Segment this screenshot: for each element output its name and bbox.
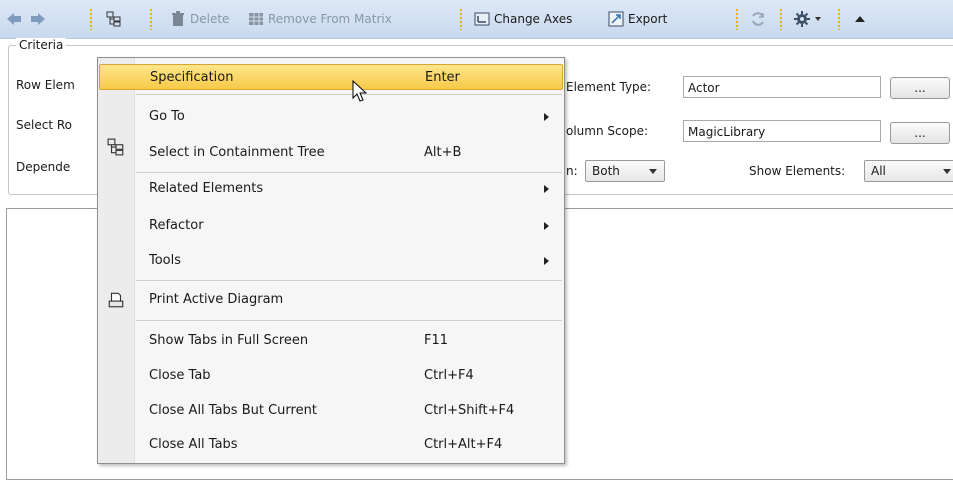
menu-item-specification[interactable]: Specification Enter — [99, 64, 563, 90]
menu-item-close-all-tabs[interactable]: Close All Tabs Ctrl+Alt+F4 — [99, 432, 563, 458]
refresh-icon — [752, 12, 764, 26]
menu-item-shortcut: Alt+B — [424, 145, 462, 160]
forward-arrow-icon — [31, 13, 45, 25]
menu-item-label: Go To — [149, 109, 185, 124]
delete-button[interactable]: Delete — [170, 9, 229, 29]
menu-item-close-tab[interactable]: Close Tab Ctrl+F4 — [99, 363, 563, 389]
menu-item-close-all-tabs-but-current[interactable]: Close All Tabs But Current Ctrl+Shift+F4 — [99, 398, 563, 424]
show-elements-label: Show Elements: — [749, 164, 846, 178]
chevron-down-icon — [649, 169, 657, 174]
toolbar-separator — [838, 8, 840, 30]
menu-item-shortcut: Ctrl+Shift+F4 — [424, 403, 515, 418]
remove-matrix-icon — [249, 13, 263, 25]
change-axes-icon — [474, 12, 490, 26]
menu-item-print-active-diagram[interactable]: Print Active Diagram — [99, 287, 563, 313]
options-menu-button[interactable] — [794, 9, 822, 29]
direction-value: Both — [592, 164, 620, 178]
column-scope-browse-button[interactable]: ... — [890, 122, 950, 144]
menu-separator — [136, 320, 562, 321]
show-elements-value: All — [871, 164, 886, 178]
toolbar-separator — [150, 8, 152, 30]
column-element-type-label: Element Type: — [566, 80, 652, 94]
collapse-button[interactable] — [852, 9, 868, 29]
direction-select[interactable]: Both — [585, 160, 665, 182]
export-label: Export — [628, 12, 668, 26]
menu-item-label: Close Tab — [149, 368, 211, 383]
menu-item-show-tabs-full-screen[interactable]: Show Tabs in Full Screen F11 — [99, 328, 563, 354]
chevron-down-icon — [815, 17, 821, 21]
export-icon — [608, 11, 624, 27]
mouse-cursor-icon — [352, 80, 368, 102]
menu-separator — [136, 172, 562, 173]
submenu-arrow-icon — [544, 113, 549, 121]
delete-label: Delete — [190, 12, 230, 26]
menu-item-label: Close All Tabs But Current — [149, 403, 317, 418]
menu-item-go-to[interactable]: Go To — [99, 104, 563, 130]
direction-label: n: — [566, 164, 578, 178]
menu-item-shortcut: F11 — [424, 333, 449, 348]
chevron-down-icon — [943, 169, 951, 174]
column-scope-field[interactable]: MagicLibrary — [683, 120, 881, 142]
menu-separator — [136, 280, 562, 281]
back-arrow-icon — [7, 13, 21, 25]
back-button[interactable] — [6, 9, 22, 29]
select-in-tree-button[interactable] — [106, 9, 122, 29]
containment-tree-icon — [106, 11, 121, 27]
show-elements-select[interactable]: All — [864, 160, 953, 182]
change-axes-label: Change Axes — [494, 12, 573, 26]
menu-item-shortcut: Ctrl+F4 — [424, 368, 474, 383]
toolbar-separator — [90, 8, 92, 30]
remove-from-matrix-button[interactable]: Remove From Matrix — [248, 9, 392, 29]
menu-item-label: Related Elements — [149, 181, 264, 196]
printer-icon — [108, 292, 124, 308]
menu-item-shortcut: Ctrl+Alt+F4 — [424, 437, 503, 452]
menu-item-label: Print Active Diagram — [149, 292, 284, 307]
menu-item-label: Show Tabs in Full Screen — [149, 333, 309, 348]
select-row-label: Select Ro — [16, 118, 72, 132]
menu-item-select-in-containment-tree[interactable]: Select in Containment Tree Alt+B — [99, 138, 563, 166]
row-element-label: Row Elem — [16, 78, 75, 92]
column-element-type-field[interactable]: Actor — [683, 76, 881, 98]
chevron-up-icon — [855, 16, 865, 22]
trash-icon — [172, 11, 184, 26]
submenu-arrow-icon — [544, 257, 549, 265]
toolbar-separator — [736, 8, 738, 30]
containment-tree-icon — [107, 138, 124, 156]
menu-item-label: Specification — [150, 70, 234, 85]
submenu-arrow-icon — [544, 222, 549, 230]
refresh-button[interactable] — [750, 9, 766, 29]
column-scope-label: olumn Scope: — [566, 124, 648, 138]
menu-item-related-elements[interactable]: Related Elements — [99, 176, 563, 202]
matrix-toolbar: Delete Remove From Matrix Change Axes Ex… — [0, 0, 953, 39]
change-axes-button[interactable]: Change Axes — [474, 9, 572, 29]
column-element-type-browse-button[interactable]: ... — [890, 77, 950, 99]
remove-from-matrix-label: Remove From Matrix — [268, 12, 392, 26]
gear-icon — [794, 11, 810, 27]
menu-item-label: Refactor — [149, 218, 204, 233]
menu-item-label: Close All Tabs — [149, 437, 238, 452]
export-button[interactable]: Export — [608, 9, 667, 29]
menu-item-shortcut: Enter — [425, 70, 460, 85]
toolbar-separator — [780, 8, 782, 30]
menu-item-label: Select in Containment Tree — [149, 145, 325, 160]
menu-item-tools[interactable]: Tools — [99, 248, 563, 274]
menu-separator — [136, 94, 562, 95]
forward-button[interactable] — [30, 9, 46, 29]
menu-item-refactor[interactable]: Refactor — [99, 213, 563, 239]
toolbar-separator — [460, 8, 462, 30]
dependency-label: Depende — [16, 160, 71, 174]
criteria-title: Criteria — [16, 38, 67, 52]
submenu-arrow-icon — [544, 185, 549, 193]
menu-item-label: Tools — [149, 253, 182, 268]
context-menu: Specification Enter Go To Select in Cont… — [97, 57, 565, 464]
